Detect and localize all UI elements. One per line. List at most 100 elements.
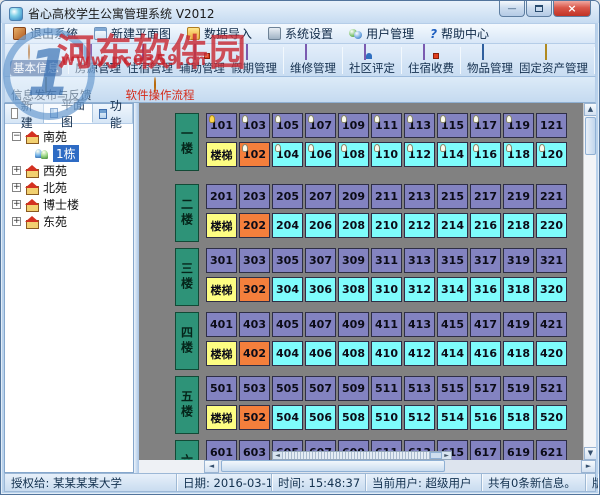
room-cell[interactable]: 307 xyxy=(305,248,336,273)
room-cell[interactable]: 521 xyxy=(536,376,567,401)
room-cell[interactable]: 208 xyxy=(338,213,369,238)
room-cell[interactable]: 207 xyxy=(305,184,336,209)
room-cell[interactable]: 502 xyxy=(239,405,270,430)
room-cell[interactable]: 411 xyxy=(371,312,402,337)
menu-item-user-management[interactable]: 用户管理 xyxy=(349,25,414,42)
room-cell[interactable]: 119 xyxy=(503,113,534,138)
room-cell[interactable]: 216 xyxy=(470,213,501,238)
room-cell[interactable]: 306 xyxy=(305,277,336,302)
room-cell[interactable]: 619 xyxy=(503,440,534,460)
room-cell[interactable]: 515 xyxy=(437,376,468,401)
room-cell[interactable]: 421 xyxy=(536,312,567,337)
stairs-cell[interactable]: 楼梯 xyxy=(206,142,237,167)
room-cell[interactable]: 109 xyxy=(338,113,369,138)
room-cell[interactable]: 213 xyxy=(404,184,435,209)
horizontal-scroll-thumb[interactable] xyxy=(221,460,446,472)
room-cell[interactable]: 520 xyxy=(536,405,567,430)
room-cell[interactable]: 210 xyxy=(371,213,402,238)
room-cell[interactable]: 506 xyxy=(305,405,336,430)
room-cell[interactable]: 315 xyxy=(437,248,468,273)
room-cell[interactable]: 301 xyxy=(206,248,237,273)
room-cell[interactable]: 321 xyxy=(536,248,567,273)
room-cell[interactable]: 501 xyxy=(206,376,237,401)
room-cell[interactable]: 316 xyxy=(470,277,501,302)
room-cell[interactable]: 417 xyxy=(470,312,501,337)
room-cell[interactable]: 412 xyxy=(404,341,435,366)
room-cell[interactable]: 105 xyxy=(272,113,303,138)
tree-item-xiyuan[interactable]: + 西苑 xyxy=(5,162,133,179)
room-cell[interactable]: 507 xyxy=(305,376,336,401)
room-cell[interactable]: 416 xyxy=(470,341,501,366)
room-cell[interactable]: 601 xyxy=(206,440,237,460)
toolbar-lodging-fees[interactable]: 住宿收费 xyxy=(405,43,457,76)
maximize-button[interactable] xyxy=(526,1,552,17)
room-cell[interactable]: 503 xyxy=(239,376,270,401)
scroll-up-button[interactable]: ▲ xyxy=(584,103,596,116)
room-cell[interactable]: 516 xyxy=(470,405,501,430)
room-cell[interactable]: 514 xyxy=(437,405,468,430)
room-cell[interactable]: 113 xyxy=(404,113,435,138)
room-cell[interactable]: 205 xyxy=(272,184,303,209)
stairs-cell[interactable]: 楼梯 xyxy=(206,213,237,238)
scroll-down-button[interactable]: ▼ xyxy=(584,447,596,460)
toolbar-accommodation-mgmt[interactable]: 住宿管理 xyxy=(124,43,176,76)
room-cell[interactable]: 305 xyxy=(272,248,303,273)
room-cell[interactable]: 202 xyxy=(239,213,270,238)
room-cell[interactable]: 107 xyxy=(305,113,336,138)
menu-item-data-import[interactable]: 数据导入 xyxy=(187,25,252,42)
room-cell[interactable]: 102 xyxy=(239,142,270,167)
room-cell[interactable]: 317 xyxy=(470,248,501,273)
room-cell[interactable]: 510 xyxy=(371,405,402,430)
room-cell[interactable]: 519 xyxy=(503,376,534,401)
room-cell[interactable]: 406 xyxy=(305,341,336,366)
toolbar-holiday-mgmt[interactable]: 假期管理 xyxy=(228,43,280,76)
room-cell[interactable]: 320 xyxy=(536,277,567,302)
room-cell[interactable]: 304 xyxy=(272,277,303,302)
scroll-left-button[interactable]: ◄ xyxy=(204,460,219,473)
toolbar-housing-mgmt[interactable]: 房源管理 xyxy=(72,43,124,76)
expand-icon[interactable]: + xyxy=(12,217,21,226)
room-cell[interactable]: 204 xyxy=(272,213,303,238)
room-cell[interactable]: 402 xyxy=(239,341,270,366)
room-cell[interactable]: 407 xyxy=(305,312,336,337)
tab-new[interactable]: 新建 xyxy=(5,99,44,130)
tab-functions[interactable]: 功能 xyxy=(92,99,134,130)
room-cell[interactable]: 508 xyxy=(338,405,369,430)
menu-item-exit[interactable]: 退出系统 xyxy=(13,25,78,42)
expand-icon[interactable]: + xyxy=(12,183,21,192)
scroll-thumb[interactable] xyxy=(430,452,442,459)
menu-item-new-floorplan[interactable]: 新建平面图 xyxy=(94,25,171,42)
room-cell[interactable]: 513 xyxy=(404,376,435,401)
room-cell[interactable]: 219 xyxy=(503,184,534,209)
horizontal-scroll-track[interactable] xyxy=(219,460,581,473)
room-cell[interactable]: 115 xyxy=(437,113,468,138)
room-cell[interactable]: 106 xyxy=(305,142,336,167)
room-cell[interactable]: 203 xyxy=(239,184,270,209)
room-cell[interactable]: 310 xyxy=(371,277,402,302)
room-cell[interactable]: 418 xyxy=(503,341,534,366)
toolbar-basic-info[interactable]: 基本信息 xyxy=(7,43,65,76)
room-cell[interactable]: 218 xyxy=(503,213,534,238)
menu-item-system-settings[interactable]: 系统设置 xyxy=(268,25,333,42)
stairs-cell[interactable]: 楼梯 xyxy=(206,341,237,366)
stairs-cell[interactable]: 楼梯 xyxy=(206,405,237,430)
stairs-cell[interactable]: 楼梯 xyxy=(206,277,237,302)
horizontal-scrollbar[interactable]: ◄ ► xyxy=(204,460,596,473)
room-cell[interactable]: 211 xyxy=(371,184,402,209)
room-cell[interactable]: 512 xyxy=(404,405,435,430)
room-cell[interactable]: 511 xyxy=(371,376,402,401)
room-cell[interactable]: 214 xyxy=(437,213,468,238)
room-cell[interactable]: 308 xyxy=(338,277,369,302)
scroll-track[interactable] xyxy=(282,452,430,459)
room-cell[interactable]: 404 xyxy=(272,341,303,366)
room-cell[interactable]: 118 xyxy=(503,142,534,167)
room-cell[interactable]: 311 xyxy=(371,248,402,273)
room-cell[interactable]: 110 xyxy=(371,142,402,167)
menu-item-help-center[interactable]: ? 帮助中心 xyxy=(430,25,489,42)
close-button[interactable]: × xyxy=(553,1,591,17)
collapse-icon[interactable]: − xyxy=(12,132,21,141)
room-cell[interactable]: 414 xyxy=(437,341,468,366)
floorplan-h-scrollbar[interactable]: ◄ ► xyxy=(272,451,452,460)
toolbar-repair-mgmt[interactable]: 维修管理 xyxy=(287,43,339,76)
room-cell[interactable]: 117 xyxy=(470,113,501,138)
